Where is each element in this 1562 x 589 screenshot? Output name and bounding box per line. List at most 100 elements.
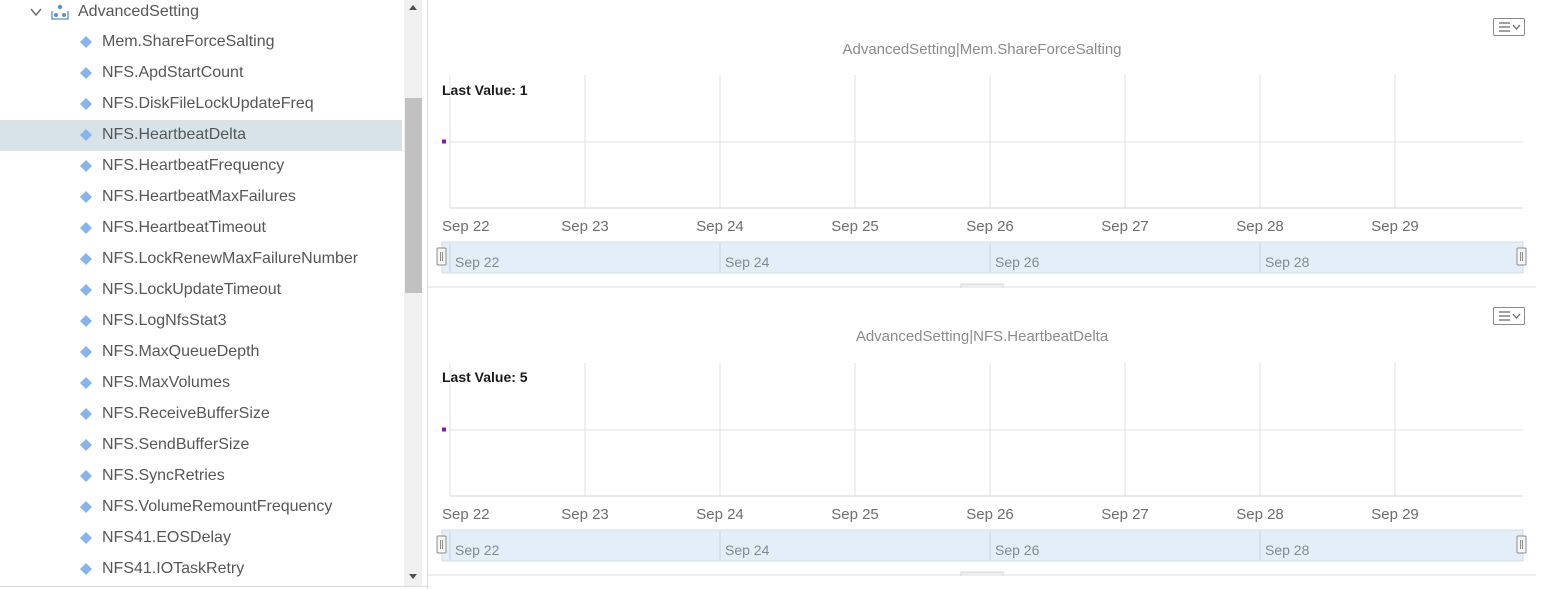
data-point[interactable] (442, 139, 446, 144)
x-tick-label: Sep 23 (561, 218, 609, 235)
tree-item-label: Mem.ShareForceSalting (102, 33, 275, 50)
diamond-icon (80, 253, 92, 265)
panel-resize-grip[interactable] (960, 571, 1004, 576)
tree-item[interactable]: NFS.DiskFileLockUpdateFreq (0, 89, 402, 120)
x-tick-label: Sep 22 (442, 218, 490, 235)
tree-item[interactable]: NFS.SendBufferSize (0, 430, 402, 461)
diamond-icon (80, 470, 92, 482)
navigator-tick-label: Sep 22 (455, 542, 500, 558)
diamond-icon (80, 377, 92, 389)
tree-item[interactable]: NFS.VolumeRemountFrequency (0, 492, 402, 523)
tree-scrollbar[interactable] (404, 0, 422, 586)
x-tick-label: Sep 26 (966, 506, 1014, 523)
tree-item[interactable]: NFS.SyncRetries (0, 461, 402, 492)
x-tick-label: Sep 27 (1101, 218, 1149, 235)
x-tick-label: Sep 28 (1236, 506, 1284, 523)
diamond-icon (80, 439, 92, 451)
tree-item[interactable]: NFS.HeartbeatFrequency (0, 151, 402, 182)
chart-panel-mem-shareforcesalting: Sep 22 Sep 23 Sep 24 Sep 25 Sep 26 Sep 27 Sep … (428, 0, 1536, 288)
tree-item-label: NFS.DiskFileLockUpdateFreq (102, 95, 314, 112)
tree-item-label: NFS.ApdStartCount (102, 64, 244, 81)
navigator-tick-label: Sep 28 (1265, 254, 1310, 270)
chevron-down-icon[interactable] (29, 5, 43, 19)
tree-item-label: NFS.MaxVolumes (102, 374, 231, 391)
tree-item-label: NFS.MaxQueueDepth (102, 343, 260, 360)
x-tick-label: Sep 26 (966, 218, 1014, 235)
x-tick-label: Sep 24 (696, 506, 744, 523)
tree-item[interactable]: NFS41.EOSDelay (0, 523, 402, 554)
tree-item[interactable]: NFS.LogNfsStat3 (0, 306, 402, 337)
diamond-icon (80, 98, 92, 110)
data-point[interactable] (442, 427, 446, 432)
diamond-icon (80, 191, 92, 203)
cluster-icon (51, 4, 69, 20)
navigator-tick-label: Sep 24 (725, 542, 770, 558)
diamond-icon (80, 346, 92, 358)
chart-menu-button[interactable] (1493, 307, 1525, 325)
diamond-icon (80, 315, 92, 327)
diamond-icon (80, 36, 92, 48)
x-tick-label: Sep 25 (831, 506, 879, 523)
navigator-right-handle[interactable] (1516, 247, 1527, 266)
last-value-label: Last Value: 5 (442, 369, 528, 385)
navigator-tick-label: Sep 22 (455, 254, 500, 270)
chart-menu-button[interactable] (1493, 18, 1525, 36)
x-tick-label: Sep 28 (1236, 218, 1284, 235)
tree-item-label: NFS.HeartbeatFrequency (102, 157, 285, 174)
x-tick-label: Sep 29 (1371, 218, 1419, 235)
tree-parent-label: AdvancedSetting (78, 3, 199, 20)
diamond-icon (80, 563, 92, 575)
tree-node-advancedsetting[interactable]: AdvancedSetting (0, 0, 402, 24)
last-value-label: Last Value: 1 (442, 82, 528, 98)
chart-title: AdvancedSetting|NFS.HeartbeatDelta (855, 328, 1109, 345)
chart-menu-icon (1499, 22, 1521, 32)
tree-item-label: NFS.HeartbeatDelta (102, 126, 247, 143)
diamond-icon (80, 284, 92, 296)
tree-item[interactable]: NFS.MaxVolumes (0, 368, 402, 399)
diamond-icon (80, 222, 92, 234)
diamond-icon (80, 532, 92, 544)
diamond-icon (80, 160, 92, 172)
tree-item-label: NFS.SendBufferSize (102, 436, 250, 453)
tree-item-label: NFS.VolumeRemountFrequency (102, 498, 333, 515)
tree-item[interactable]: NFS.HeartbeatDelta (0, 120, 402, 151)
tree-item-label: NFS.LockRenewMaxFailureNumber (102, 250, 359, 267)
tree-bottom-border (0, 586, 428, 587)
tree-item[interactable]: NFS.ReceiveBufferSize (0, 399, 402, 430)
tree-item-label: NFS.LogNfsStat3 (102, 312, 227, 329)
chart-panel-nfs-heartbeatdelta: Sep 22 Sep 23 Sep 24 Sep 25 Sep 26 Sep 27 Sep … (428, 288, 1536, 576)
navigator-tick-label: Sep 26 (995, 254, 1040, 270)
tree-item-label: NFS.ReceiveBufferSize (102, 405, 270, 422)
range-navigator[interactable] (441, 529, 1524, 562)
navigator-tick-label: Sep 24 (725, 254, 770, 270)
x-tick-label: Sep 29 (1371, 506, 1419, 523)
tree-item-label: NFS.HeartbeatTimeout (102, 219, 266, 236)
tree-item[interactable]: NFS.HeartbeatMaxFailures (0, 182, 402, 213)
tree-item-label: NFS41.EOSDelay (102, 529, 231, 546)
tree-item[interactable]: NFS.LockRenewMaxFailureNumber (0, 244, 402, 275)
scrollbar-thumb[interactable] (405, 98, 422, 293)
tree-item-label: NFS.LockUpdateTimeout (102, 281, 282, 298)
navigator-right-handle[interactable] (1516, 535, 1527, 554)
tree-item[interactable]: NFS.LockUpdateTimeout (0, 275, 402, 306)
navigator-tick-label: Sep 28 (1265, 542, 1310, 558)
tree-item[interactable]: NFS.ApdStartCount (0, 58, 402, 89)
x-tick-label: Sep 25 (831, 218, 879, 235)
tree-item[interactable]: Mem.ShareForceSalting (0, 27, 402, 58)
tree-item[interactable]: NFS.MaxQueueDepth (0, 337, 402, 368)
navigator-left-handle[interactable] (436, 247, 447, 266)
tree-item[interactable]: NFS.HeartbeatTimeout (0, 213, 402, 244)
x-tick-label: Sep 23 (561, 506, 609, 523)
navigator-tick-label: Sep 26 (995, 542, 1040, 558)
range-navigator[interactable] (441, 241, 1524, 274)
scroll-up-arrow-icon[interactable] (404, 0, 422, 16)
tree-item[interactable]: NFS41.IOTaskRetry (0, 554, 402, 585)
x-tick-label: Sep 22 (442, 506, 490, 523)
navigator-left-handle[interactable] (436, 535, 447, 554)
tree-view: AdvancedSetting Mem.ShareForceSalting NFS… (0, 0, 404, 586)
scroll-down-arrow-icon[interactable] (404, 568, 422, 584)
tree-item-label: NFS.HeartbeatMaxFailures (102, 188, 296, 205)
tree-item-label: NFS41.IOTaskRetry (102, 560, 245, 577)
diamond-icon (80, 501, 92, 513)
diamond-icon (80, 408, 92, 420)
